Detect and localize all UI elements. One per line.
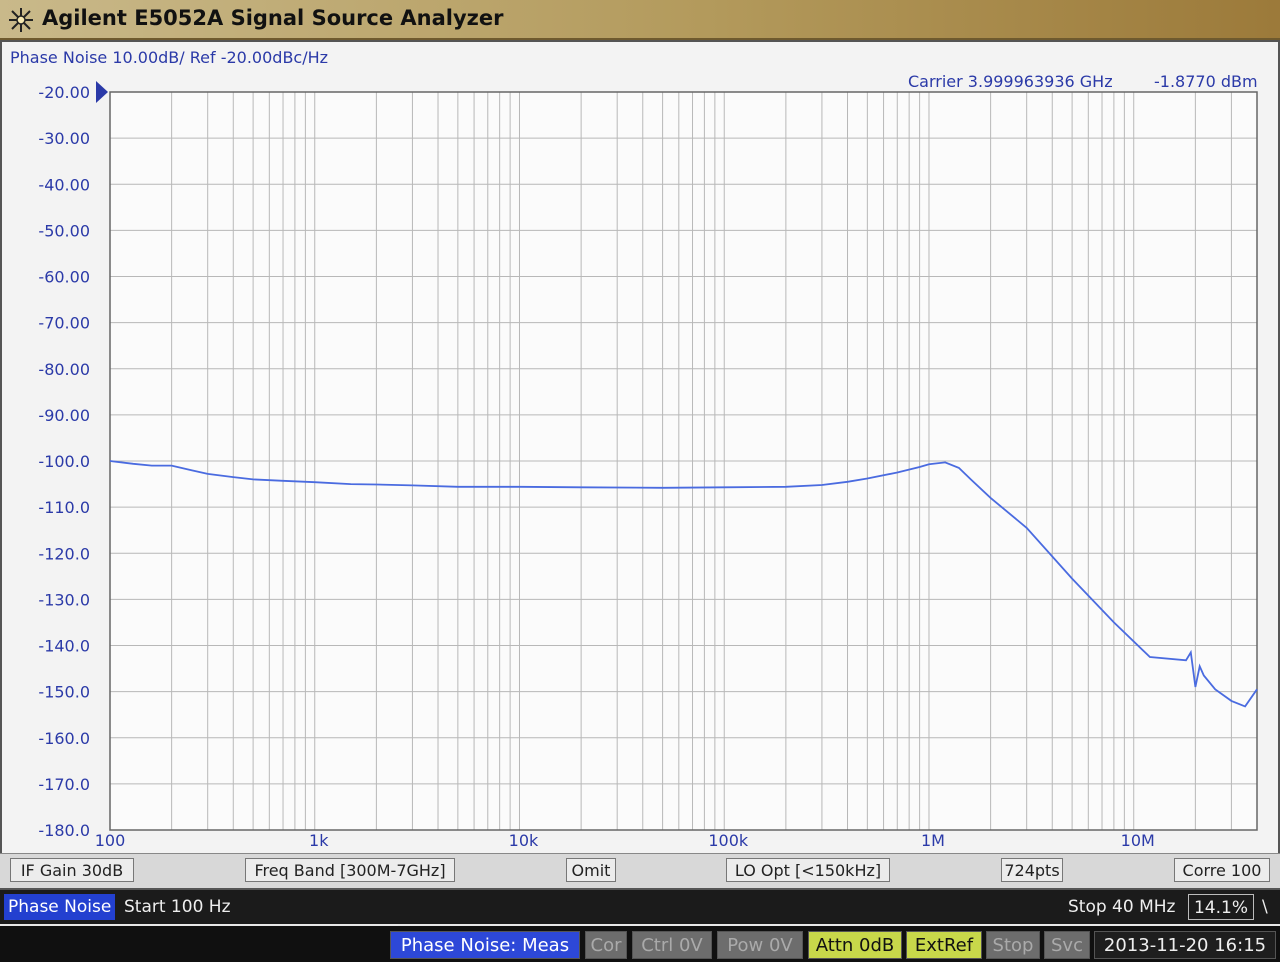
reference-level-marker[interactable] xyxy=(96,81,108,103)
y-tick-label: -100.0 xyxy=(38,452,90,471)
y-tick-label: -30.00 xyxy=(38,129,90,148)
y-tick-label: -70.00 xyxy=(38,314,90,333)
ctrl-indicator: Ctrl 0V xyxy=(632,931,712,959)
y-tick-label: -20.00 xyxy=(38,83,90,102)
x-tick-label: 100k xyxy=(708,831,749,850)
points-status[interactable]: 724pts xyxy=(1001,858,1063,882)
y-tick-label: -90.00 xyxy=(38,406,90,425)
trace-header[interactable]: Phase Noise 10.00dB/ Ref -20.00dBc/Hz xyxy=(10,48,328,67)
y-tick-label: -80.00 xyxy=(38,360,90,379)
agilent-spark-icon xyxy=(9,8,33,32)
y-tick-label: -120.0 xyxy=(38,544,90,563)
date-time: 2013-11-20 16:15 xyxy=(1094,931,1276,959)
y-tick-label: -170.0 xyxy=(38,775,90,794)
y-tick-label: -60.00 xyxy=(38,268,90,287)
sweep-indicator: \ xyxy=(1262,897,1268,917)
omit-status[interactable]: Omit xyxy=(566,858,616,882)
y-tick-label: -40.00 xyxy=(38,175,90,194)
meas-status: Phase Noise: Meas xyxy=(390,931,580,959)
y-axis: -20.00 -30.00 -40.00 -50.00 -60.00 -70.00 -80.… xyxy=(38,83,90,840)
freq-band-status[interactable]: Freq Band [300M-7GHz] xyxy=(245,858,455,882)
stop-indicator: Stop xyxy=(986,931,1040,959)
status-bar: IF Gain 30dB Freq Band [300M-7GHz] Omit … xyxy=(0,853,1280,888)
correlation-status[interactable]: Corre 100 xyxy=(1174,858,1270,882)
lo-opt-status[interactable]: LO Opt [<150kHz] xyxy=(726,858,890,882)
x-tick-label: 10M xyxy=(1121,831,1155,850)
sweep-progress: 14.1% xyxy=(1188,894,1254,920)
carrier-frequency: Carrier 3.999963936 GHz xyxy=(908,72,1113,91)
y-tick-label: -180.0 xyxy=(38,821,90,840)
chart-grid xyxy=(109,91,1258,831)
y-tick-label: -160.0 xyxy=(38,729,90,748)
y-tick-label: -130.0 xyxy=(38,590,90,609)
x-tick-label: 100 xyxy=(95,831,126,850)
y-tick-label: -150.0 xyxy=(38,683,90,702)
sweep-bar: Phase Noise Start 100 Hz Stop 40 MHz 14.… xyxy=(0,890,1280,924)
extref-indicator: ExtRef xyxy=(906,931,982,959)
y-tick-label: -50.00 xyxy=(38,221,90,240)
if-gain-status[interactable]: IF Gain 30dB xyxy=(10,858,134,882)
start-frequency[interactable]: Start 100 Hz xyxy=(124,894,231,920)
measurement-mode[interactable]: Phase Noise xyxy=(4,894,116,920)
cor-indicator: Cor xyxy=(585,931,627,959)
app-title: Agilent E5052A Signal Source Analyzer xyxy=(42,6,504,30)
svc-indicator: Svc xyxy=(1044,931,1090,959)
pow-indicator: Pow 0V xyxy=(717,931,803,959)
x-tick-label: 1k xyxy=(309,831,329,850)
stop-frequency[interactable]: Stop 40 MHz xyxy=(1068,894,1175,920)
message-bar: Phase Noise: Meas Cor Ctrl 0V Pow 0V Att… xyxy=(0,926,1280,962)
carrier-power: -1.8770 dBm xyxy=(1154,72,1258,91)
attn-indicator: Attn 0dB xyxy=(808,931,902,959)
title-bar: Agilent E5052A Signal Source Analyzer xyxy=(0,0,1280,40)
phase-noise-chart: -20.00 -30.00 -40.00 -50.00 -60.00 -70.00 -80.… xyxy=(38,81,1258,850)
x-tick-label: 10k xyxy=(509,831,539,850)
measurement-screen: -20.00 -30.00 -40.00 -50.00 -60.00 -70.00 -80.… xyxy=(0,40,1280,890)
x-axis: 100 1k 10k 100k 1M 10M xyxy=(95,831,1155,850)
y-tick-label: -140.0 xyxy=(38,637,90,656)
x-tick-label: 1M xyxy=(921,831,945,850)
y-tick-label: -110.0 xyxy=(38,498,90,517)
